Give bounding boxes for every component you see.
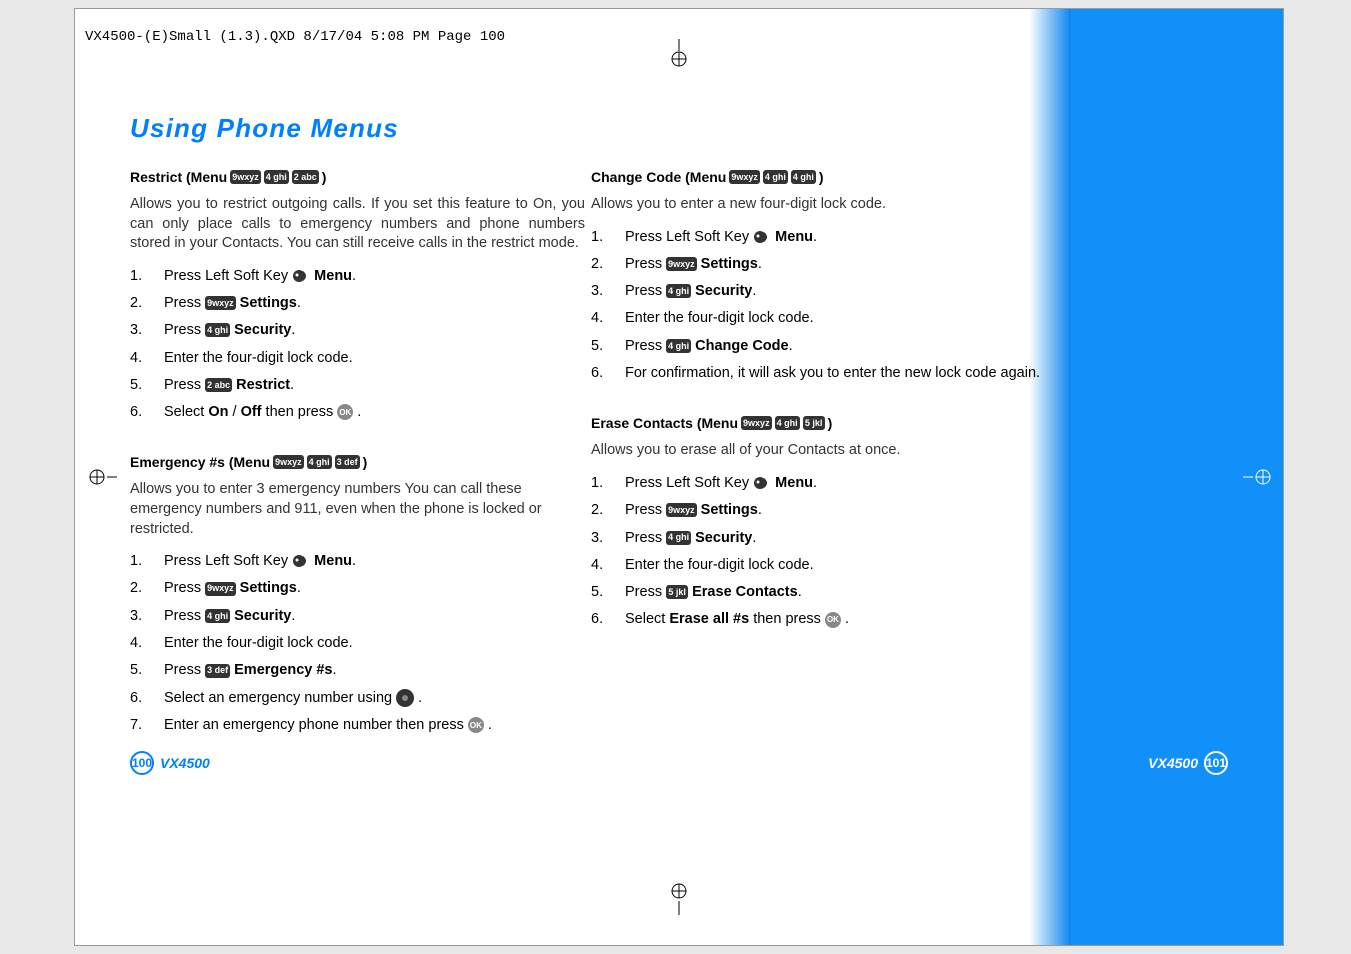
label: Erase Contacts (Menu — [591, 415, 738, 431]
list-item: Press Left Soft Key Menu. — [130, 266, 585, 286]
key-9-icon: 9wxyz — [666, 257, 697, 271]
list-item: Press 4 ghi Security. — [591, 528, 1046, 548]
ok-key-icon: OK — [337, 404, 353, 420]
ok-key-icon: OK — [825, 612, 841, 628]
list-item: Press Left Soft Key Menu. — [591, 473, 1046, 493]
key-3-icon: 3 def — [335, 455, 360, 469]
list-item: Press Left Soft Key Menu. — [130, 551, 585, 571]
emergency-steps: Press Left Soft Key Menu. Press 9wxyz Se… — [130, 551, 585, 735]
label: ) — [819, 169, 824, 185]
list-item: Press 9wxyz Settings. — [130, 578, 585, 598]
page-number-left: 100 — [130, 751, 154, 775]
left-soft-key-icon — [753, 476, 771, 490]
key-4-icon: 4 ghi — [666, 284, 691, 298]
section-erase-desc: Allows you to erase all of your Contacts… — [591, 441, 1046, 461]
list-item: Press 3 def Emergency #s. — [130, 660, 585, 680]
key-4-icon: 4 ghi — [264, 170, 289, 184]
key-3-icon: 3 def — [205, 664, 230, 678]
print-header: VX4500-(E)Small (1.3).QXD 8/17/04 5:08 P… — [85, 29, 505, 45]
left-column: Restrict (Menu 9wxyz 4 ghi 2 abc ) Allow… — [130, 169, 585, 759]
key-2-icon: 2 abc — [205, 378, 232, 392]
crop-mark-right-icon — [1243, 462, 1275, 492]
list-item: Select On / Off then press OK . — [130, 402, 585, 422]
list-item: Enter the four-digit lock code. — [130, 348, 585, 368]
key-9-icon: 9wxyz — [273, 455, 304, 469]
section-changecode-title: Change Code (Menu 9wxyz 4 ghi 4 ghi ) — [591, 169, 1046, 185]
key-5-icon: 5 jkl — [666, 585, 688, 599]
key-4-icon: 4 ghi — [307, 455, 332, 469]
nav-key-icon — [396, 689, 414, 707]
key-4-icon: 4 ghi — [791, 170, 816, 184]
list-item: For confirmation, it will ask you to ent… — [591, 363, 1046, 383]
key-2-icon: 2 abc — [292, 170, 319, 184]
key-4-icon: 4 ghi — [205, 323, 230, 337]
crop-mark-left-icon — [85, 462, 117, 492]
key-9-icon: 9wxyz — [205, 296, 236, 310]
list-item: Press 2 abc Restrict. — [130, 375, 585, 395]
footer-right: VX4500 101 — [1148, 751, 1228, 775]
key-4-icon: 4 ghi — [205, 609, 230, 623]
page-title: Using Phone Menus — [130, 113, 399, 144]
model-label: VX4500 — [160, 755, 210, 771]
changecode-steps: Press Left Soft Key Menu. Press 9wxyz Se… — [591, 227, 1046, 384]
left-soft-key-icon — [753, 230, 771, 244]
section-emergency-desc: Allows you to enter 3 emergency numbers … — [130, 480, 585, 539]
key-9-icon: 9wxyz — [741, 416, 772, 430]
restrict-steps: Press Left Soft Key Menu. Press 9wxyz Se… — [130, 266, 585, 423]
section-restrict-title: Restrict (Menu 9wxyz 4 ghi 2 abc ) — [130, 169, 585, 185]
label: ) — [828, 415, 833, 431]
list-item: Select an emergency number using . — [130, 688, 585, 708]
section-restrict-desc: Allows you to restrict outgoing calls. I… — [130, 195, 585, 254]
key-9-icon: 9wxyz — [205, 582, 236, 596]
list-item: Press 9wxyz Settings. — [591, 500, 1046, 520]
list-item: Enter an emergency phone number then pre… — [130, 715, 585, 735]
list-item: Press 4 ghi Security. — [130, 320, 585, 340]
key-4-icon: 4 ghi — [775, 416, 800, 430]
key-4-icon: 4 ghi — [763, 170, 788, 184]
section-emergency-title: Emergency #s (Menu 9wxyz 4 ghi 3 def ) — [130, 454, 585, 470]
key-9-icon: 9wxyz — [729, 170, 760, 184]
list-item: Press 5 jkl Erase Contacts. — [591, 582, 1046, 602]
label: Change Code (Menu — [591, 169, 726, 185]
section-erase-title: Erase Contacts (Menu 9wxyz 4 ghi 5 jkl ) — [591, 415, 1046, 431]
list-item: Press Left Soft Key Menu. — [591, 227, 1046, 247]
crop-mark-bottom-icon — [664, 881, 694, 915]
list-item: Press 4 ghi Change Code. — [591, 336, 1046, 356]
label: Restrict (Menu — [130, 169, 227, 185]
list-item: Enter the four-digit lock code. — [591, 308, 1046, 328]
ok-key-icon: OK — [468, 717, 484, 733]
label: Emergency #s (Menu — [130, 454, 270, 470]
label: ) — [322, 169, 327, 185]
right-column: Change Code (Menu 9wxyz 4 ghi 4 ghi ) Al… — [591, 169, 1046, 654]
section-changecode-desc: Allows you to enter a new four-digit loc… — [591, 195, 1046, 215]
key-9-icon: 9wxyz — [230, 170, 261, 184]
list-item: Select Erase all #s then press OK . — [591, 609, 1046, 629]
list-item: Press 9wxyz Settings. — [591, 254, 1046, 274]
list-item: Press 4 ghi Security. — [130, 606, 585, 626]
key-9-icon: 9wxyz — [666, 503, 697, 517]
page-number-right: 101 — [1204, 751, 1228, 775]
left-soft-key-icon — [292, 554, 310, 568]
left-soft-key-icon — [292, 269, 310, 283]
key-4-icon: 4 ghi — [666, 339, 691, 353]
key-5-icon: 5 jkl — [803, 416, 825, 430]
crop-mark-top-icon — [664, 39, 694, 69]
list-item: Press 4 ghi Security. — [591, 281, 1046, 301]
list-item: Enter the four-digit lock code. — [130, 633, 585, 653]
erase-steps: Press Left Soft Key Menu. Press 9wxyz Se… — [591, 473, 1046, 630]
list-item: Press 9wxyz Settings. — [130, 293, 585, 313]
list-item: Enter the four-digit lock code. — [591, 555, 1046, 575]
footer-left: 100 VX4500 — [130, 751, 210, 775]
document-spread: VX4500-(E)Small (1.3).QXD 8/17/04 5:08 P… — [74, 8, 1284, 946]
key-4-icon: 4 ghi — [666, 531, 691, 545]
model-label: VX4500 — [1148, 755, 1198, 771]
label: ) — [363, 454, 368, 470]
